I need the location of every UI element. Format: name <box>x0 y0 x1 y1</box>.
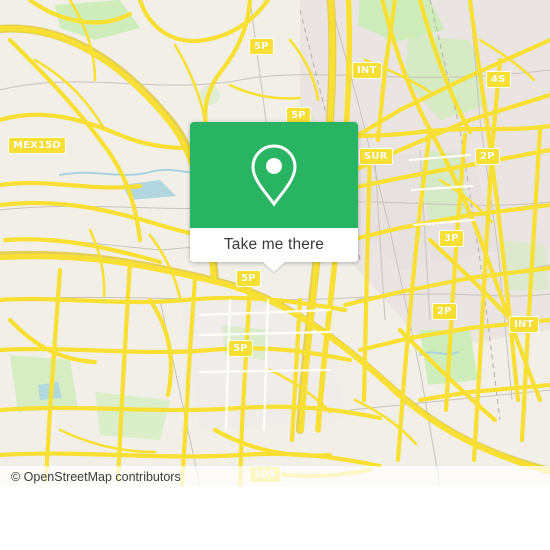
road-shield: 2P <box>475 148 500 165</box>
location-callout-card[interactable]: Take me there <box>190 122 358 272</box>
road-shield: 5P <box>228 340 253 357</box>
road-shield: 4S <box>486 71 511 88</box>
road-shield: 2P <box>432 303 457 320</box>
moovit-map-page: .rd { fill:none; stroke:#f7e033; stroke-… <box>0 0 550 550</box>
take-me-there-label: Take me there <box>223 236 325 253</box>
footer-bar: "El Mexicano" Fiestas Y Espectáculos, Ci… <box>0 486 550 550</box>
callout-pin-area <box>190 122 358 228</box>
road-shield: 3P <box>439 230 464 247</box>
road-shield: INT <box>352 62 382 79</box>
map-canvas[interactable]: .rd { fill:none; stroke:#f7e033; stroke-… <box>0 0 550 486</box>
callout-pointer <box>263 262 285 272</box>
road-shield: 5P <box>236 270 261 287</box>
road-shield: 5P <box>249 38 274 55</box>
road-shield: SUR <box>359 148 393 165</box>
road-shield: MEX15D <box>8 137 66 154</box>
road-shield: INT <box>509 316 539 333</box>
callout-action-area[interactable]: Take me there <box>190 228 358 272</box>
map-pin-icon <box>251 144 297 207</box>
osm-attribution[interactable]: © OpenStreetMap contributors <box>11 470 181 484</box>
